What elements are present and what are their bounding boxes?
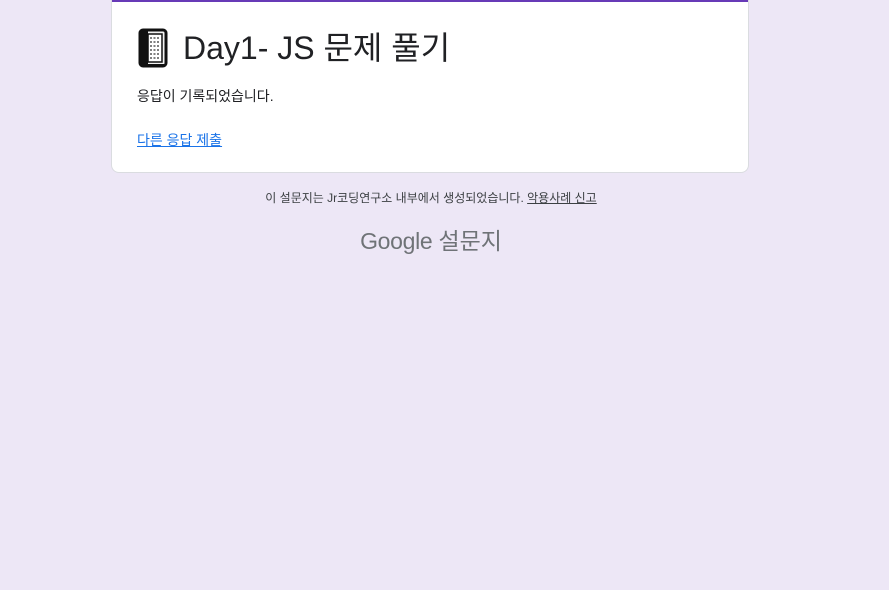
form-title: Day1- JS 문제 풀기 bbox=[183, 30, 451, 66]
notebook-icon bbox=[138, 28, 168, 68]
google-forms-brand[interactable]: Google 설문지 bbox=[0, 226, 862, 256]
forms-product-name: 설문지 bbox=[438, 228, 502, 254]
title-row: Day1- JS 문제 풀기 bbox=[137, 26, 450, 70]
footer-note-text: 이 설문지는 Jr코딩연구소 내부에서 생성되었습니다. bbox=[265, 191, 524, 205]
card-accent-bar bbox=[112, 0, 748, 2]
footer-note: 이 설문지는 Jr코딩연구소 내부에서 생성되었습니다. 악용사례 신고 bbox=[0, 189, 862, 207]
confirmation-message: 응답이 기록되었습니다. bbox=[137, 88, 274, 104]
response-card: Day1- JS 문제 풀기 응답이 기록되었습니다. 다른 응답 제출 bbox=[111, 0, 749, 173]
submit-another-response-link[interactable]: 다른 응답 제출 bbox=[137, 130, 222, 150]
google-logo-text: Google bbox=[360, 228, 433, 254]
report-abuse-link[interactable]: 악용사례 신고 bbox=[527, 191, 597, 205]
